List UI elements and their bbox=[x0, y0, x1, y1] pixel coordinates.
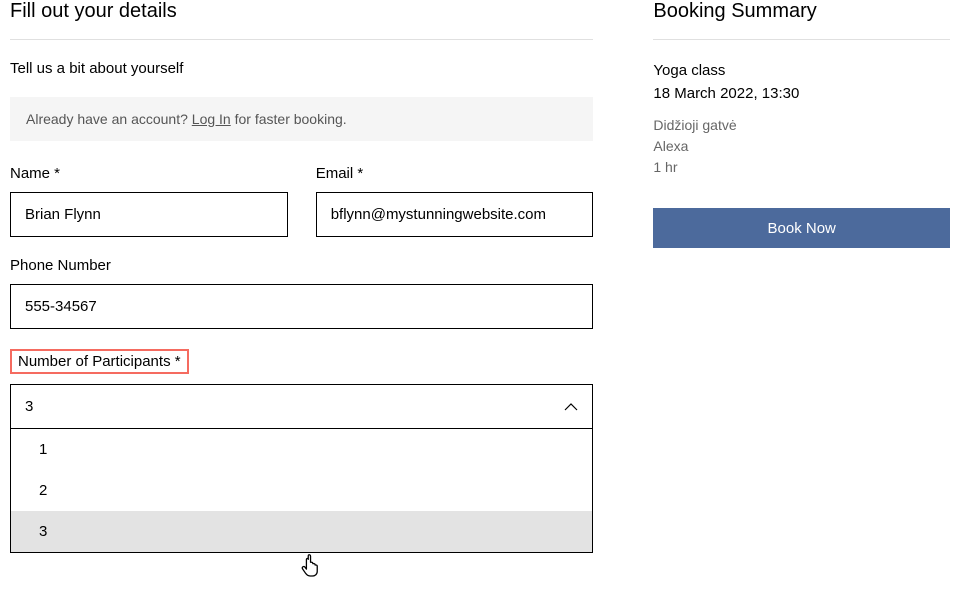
page-title: Fill out your details bbox=[10, 0, 593, 23]
login-link[interactable]: Log In bbox=[192, 111, 231, 127]
name-label: Name * bbox=[10, 165, 288, 182]
chevron-up-icon bbox=[564, 400, 578, 414]
email-input[interactable] bbox=[316, 192, 594, 237]
participants-option[interactable]: 1 bbox=[11, 429, 592, 470]
book-now-button[interactable]: Book Now bbox=[653, 208, 950, 248]
subtitle: Tell us a bit about yourself bbox=[10, 60, 593, 77]
cursor-hand-icon bbox=[300, 552, 322, 578]
participants-selected-value: 3 bbox=[25, 398, 33, 415]
participants-dropdown[interactable]: 3 bbox=[10, 384, 593, 429]
login-prompt-post: for faster booking. bbox=[231, 111, 347, 127]
participants-option[interactable]: 3 bbox=[11, 511, 592, 552]
email-label: Email * bbox=[316, 165, 594, 182]
summary-datetime: 18 March 2022, 13:30 bbox=[653, 83, 950, 106]
divider bbox=[653, 39, 950, 40]
name-input[interactable] bbox=[10, 192, 288, 237]
summary-service: Yoga class bbox=[653, 60, 950, 83]
summary-duration: 1 hr bbox=[653, 157, 950, 178]
phone-input[interactable] bbox=[10, 284, 593, 329]
phone-label: Phone Number bbox=[10, 257, 593, 274]
login-prompt-pre: Already have an account? bbox=[26, 111, 192, 127]
summary-location: Didžioji gatvė bbox=[653, 115, 950, 136]
summary-title: Booking Summary bbox=[653, 0, 950, 23]
login-prompt-bar: Already have an account? Log In for fast… bbox=[10, 97, 593, 141]
participants-dropdown-list: 1 2 3 bbox=[10, 429, 593, 553]
summary-staff: Alexa bbox=[653, 136, 950, 157]
participants-option[interactable]: 2 bbox=[11, 470, 592, 511]
participants-label: Number of Participants * bbox=[10, 349, 189, 374]
divider bbox=[10, 39, 593, 40]
